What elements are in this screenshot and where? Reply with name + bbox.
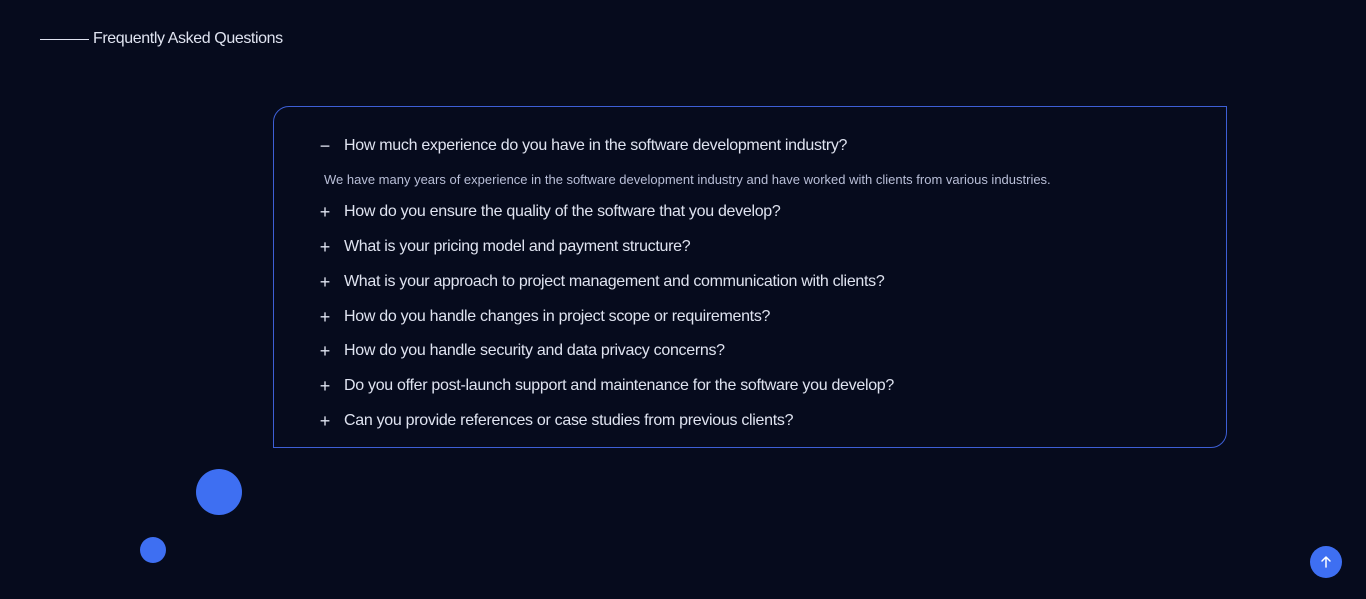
plus-icon: + <box>319 306 331 327</box>
arrow-up-icon <box>1321 556 1331 568</box>
plus-icon: + <box>319 236 331 257</box>
faq-question-text: How do you handle security and data priv… <box>344 342 725 360</box>
heading-divider-line <box>40 38 89 40</box>
faq-accordion: − How much experience do you have in the… <box>273 106 1227 448</box>
faq-answer-text: We have many years of experience in the … <box>324 171 1051 187</box>
faq-item: + How do you handle security and data pr… <box>318 334 1226 369</box>
plus-icon: + <box>319 410 331 431</box>
minus-icon: − <box>319 136 331 157</box>
faq-question-text: Do you offer post-launch support and mai… <box>344 377 894 395</box>
faq-question-text: How do you ensure the quality of the sof… <box>344 203 781 221</box>
plus-icon: + <box>319 341 331 362</box>
faq-item: + Do you offer post-launch support and m… <box>318 369 1226 404</box>
faq-item: + What is your approach to project manag… <box>318 264 1226 299</box>
faq-page: Frequently Asked Questions − How much ex… <box>0 0 1366 599</box>
faq-question-toggle[interactable]: + What is your approach to project manag… <box>318 264 1226 299</box>
decorative-dot-small <box>140 537 166 563</box>
faq-question-toggle[interactable]: + What is your pricing model and payment… <box>318 230 1226 265</box>
faq-question-toggle[interactable]: + How do you handle changes in project s… <box>318 299 1226 334</box>
faq-item: + Can you provide references or case stu… <box>318 404 1226 439</box>
decorative-dot-large <box>196 469 242 515</box>
faq-item: + How do you handle changes in project s… <box>318 299 1226 334</box>
plus-icon: + <box>319 271 331 292</box>
faq-question-text: How much experience do you have in the s… <box>344 137 848 155</box>
scroll-to-top-button[interactable] <box>1310 546 1342 578</box>
faq-question-text: Can you provide references or case studi… <box>344 411 794 429</box>
faq-item: − How much experience do you have in the… <box>318 129 1226 195</box>
faq-question-toggle[interactable]: + Can you provide references or case stu… <box>318 404 1226 439</box>
plus-icon: + <box>319 202 331 223</box>
section-heading: Frequently Asked Questions <box>40 30 283 48</box>
faq-question-toggle[interactable]: + How do you ensure the quality of the s… <box>318 195 1226 230</box>
faq-item: + How do you ensure the quality of the s… <box>318 195 1226 230</box>
faq-item: + What is your pricing model and payment… <box>318 230 1226 265</box>
faq-question-toggle[interactable]: + Do you offer post-launch support and m… <box>318 369 1226 404</box>
faq-question-toggle[interactable]: + How do you handle security and data pr… <box>318 334 1226 369</box>
faq-question-text: What is your approach to project managem… <box>344 272 885 290</box>
plus-icon: + <box>319 376 331 397</box>
page-title: Frequently Asked Questions <box>93 30 283 47</box>
faq-question-toggle[interactable]: − How much experience do you have in the… <box>318 129 1226 164</box>
faq-question-text: What is your pricing model and payment s… <box>344 237 691 255</box>
faq-question-text: How do you handle changes in project sco… <box>344 307 771 325</box>
